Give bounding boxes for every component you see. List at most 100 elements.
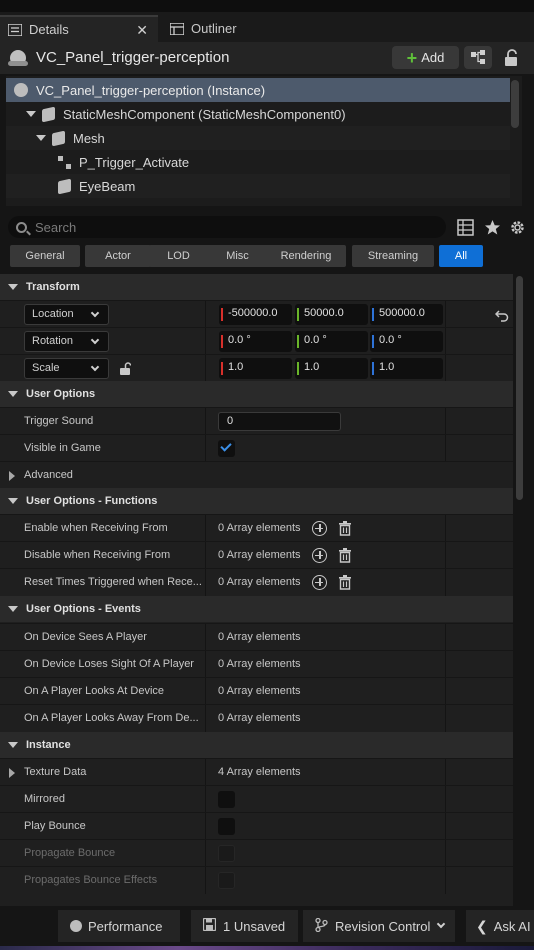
property-label: On A Player Looks Away From De...: [24, 712, 199, 724]
collapse-arrow-icon: [8, 284, 18, 290]
filter-misc[interactable]: Misc: [205, 245, 270, 267]
section-transform[interactable]: Transform: [0, 274, 513, 300]
scale-row: Scale 1.0 1.0 1.0: [0, 354, 513, 382]
blueprint-icon: [471, 50, 485, 64]
rotation-x-field[interactable]: 0.0 °: [219, 331, 292, 352]
tree-scrollbar[interactable]: [511, 80, 519, 128]
scale-mode-dropdown[interactable]: Scale: [24, 358, 109, 379]
array-count: 0 Array elements: [218, 522, 301, 534]
location-x-field[interactable]: -500000.0: [219, 304, 292, 325]
blueprint-button[interactable]: [464, 46, 492, 69]
unsaved-button[interactable]: 1 Unsaved: [191, 910, 298, 942]
ask-ai-label: Ask AI: [493, 918, 531, 934]
expand-arrow-icon[interactable]: [26, 111, 36, 117]
revision-control-button[interactable]: Revision Control: [303, 910, 455, 942]
add-element-icon[interactable]: [312, 575, 327, 590]
unlock-icon[interactable]: [119, 362, 132, 375]
ask-ai-button[interactable]: ❮ Ask AI: [466, 910, 534, 942]
rotation-z-field[interactable]: 0.0 °: [370, 331, 443, 352]
tree-item[interactable]: Mesh: [6, 126, 510, 150]
expand-arrow-icon[interactable]: [9, 471, 15, 481]
filter-general[interactable]: General: [10, 245, 80, 267]
filter-actor[interactable]: Actor: [85, 245, 151, 267]
scale-x-field[interactable]: 1.0: [219, 358, 292, 379]
mirrored-checkbox[interactable]: [218, 791, 235, 808]
particle-icon: [58, 155, 71, 169]
visible-in-game-checkbox[interactable]: [218, 440, 235, 457]
tree-item[interactable]: StaticMeshComponent (StaticMeshComponent…: [6, 102, 510, 126]
performance-icon: [70, 920, 82, 932]
trash-icon[interactable]: [339, 575, 351, 590]
property-label: On A Player Looks At Device: [24, 685, 165, 697]
top-strip: [0, 0, 534, 12]
section-user-options[interactable]: User Options: [0, 381, 513, 407]
mirrored-row: Mirrored: [0, 785, 513, 813]
scale-y-field[interactable]: 1.0: [295, 358, 368, 379]
filter-streaming[interactable]: Streaming: [352, 245, 434, 267]
scale-z-field[interactable]: 1.0: [370, 358, 443, 379]
performance-button[interactable]: Performance: [58, 910, 180, 942]
tree-item-label: StaticMeshComponent (StaticMeshComponent…: [63, 106, 346, 122]
rotation-mode-dropdown[interactable]: Rotation: [24, 331, 109, 352]
location-y-field[interactable]: 50000.0: [295, 304, 368, 325]
trash-icon[interactable]: [339, 548, 351, 563]
event-row: On A Player Looks At Device 0 Array elem…: [0, 677, 513, 705]
location-mode-dropdown[interactable]: Location: [24, 304, 109, 325]
expand-arrow-icon[interactable]: [36, 135, 46, 141]
lock-icon[interactable]: [500, 47, 522, 69]
search-icon: [16, 221, 27, 233]
collapse-arrow-icon: [8, 742, 18, 748]
event-row: On A Player Looks Away From De... 0 Arra…: [0, 704, 513, 732]
property-label: Propagate Bounce: [24, 847, 116, 859]
play-bounce-row: Play Bounce: [0, 812, 513, 840]
add-button-label: Add: [421, 50, 445, 65]
add-element-icon[interactable]: [312, 548, 327, 563]
unsaved-label: 1 Unsaved: [223, 918, 286, 934]
properties-panel: Transform Location -500000.0 50000.0 500…: [0, 274, 513, 906]
tab-outliner[interactable]: Outliner: [162, 15, 272, 42]
tree-item[interactable]: VC_Panel_trigger-perception (Instance): [6, 78, 510, 102]
advanced-row[interactable]: Advanced: [0, 461, 513, 488]
play-bounce-checkbox[interactable]: [218, 818, 235, 835]
tree-item[interactable]: P_Trigger_Activate: [6, 150, 510, 174]
plus-icon: +: [406, 47, 418, 68]
expand-arrow-icon[interactable]: [9, 768, 15, 778]
event-row: On Device Loses Sight Of A Player 0 Arra…: [0, 650, 513, 678]
search-input[interactable]: [35, 219, 415, 235]
chevron-left-icon: ❮: [476, 917, 488, 934]
tree-item[interactable]: EyeBeam: [6, 174, 510, 198]
table-view-icon[interactable]: [457, 219, 474, 236]
tree-item-label: EyeBeam: [79, 178, 136, 194]
actor-title: VC_Panel_trigger-perception: [36, 49, 230, 66]
property-label: Play Bounce: [24, 820, 86, 832]
add-element-icon[interactable]: [312, 521, 327, 536]
filter-lod[interactable]: LOD: [149, 245, 208, 267]
close-icon[interactable]: ✕: [136, 22, 148, 39]
section-user-options-functions[interactable]: User Options - Functions: [0, 488, 513, 514]
location-z-field[interactable]: 500000.0: [370, 304, 443, 325]
filter-rendering[interactable]: Rendering: [266, 245, 346, 267]
section-instance[interactable]: Instance: [0, 732, 513, 758]
component-tree: VC_Panel_trigger-perception (Instance) S…: [6, 76, 522, 206]
array-count: 0 Array elements: [218, 549, 301, 561]
section-title: Transform: [26, 281, 80, 293]
section-user-options-events[interactable]: User Options - Events: [0, 596, 513, 622]
actor-icon: [14, 83, 28, 97]
trash-icon[interactable]: [339, 521, 351, 536]
tree-item-label: P_Trigger_Activate: [79, 154, 190, 170]
details-icon: [7, 22, 23, 37]
rotation-y-field[interactable]: 0.0 °: [295, 331, 368, 352]
chevron-down-icon: [90, 335, 100, 345]
actor-icon: [8, 50, 28, 66]
tab-details[interactable]: Details ✕: [0, 15, 158, 42]
trigger-sound-field[interactable]: 0: [218, 412, 341, 431]
properties-scrollbar[interactable]: [516, 276, 523, 500]
reset-to-default-icon[interactable]: [494, 308, 509, 322]
add-component-button[interactable]: + Add: [392, 46, 459, 69]
gear-icon[interactable]: [509, 219, 526, 236]
tab-details-label: Details: [29, 22, 69, 37]
outliner-icon: [169, 21, 185, 36]
chevron-down-icon: [90, 308, 100, 318]
filter-all[interactable]: All: [439, 245, 483, 267]
star-icon[interactable]: [484, 219, 501, 236]
